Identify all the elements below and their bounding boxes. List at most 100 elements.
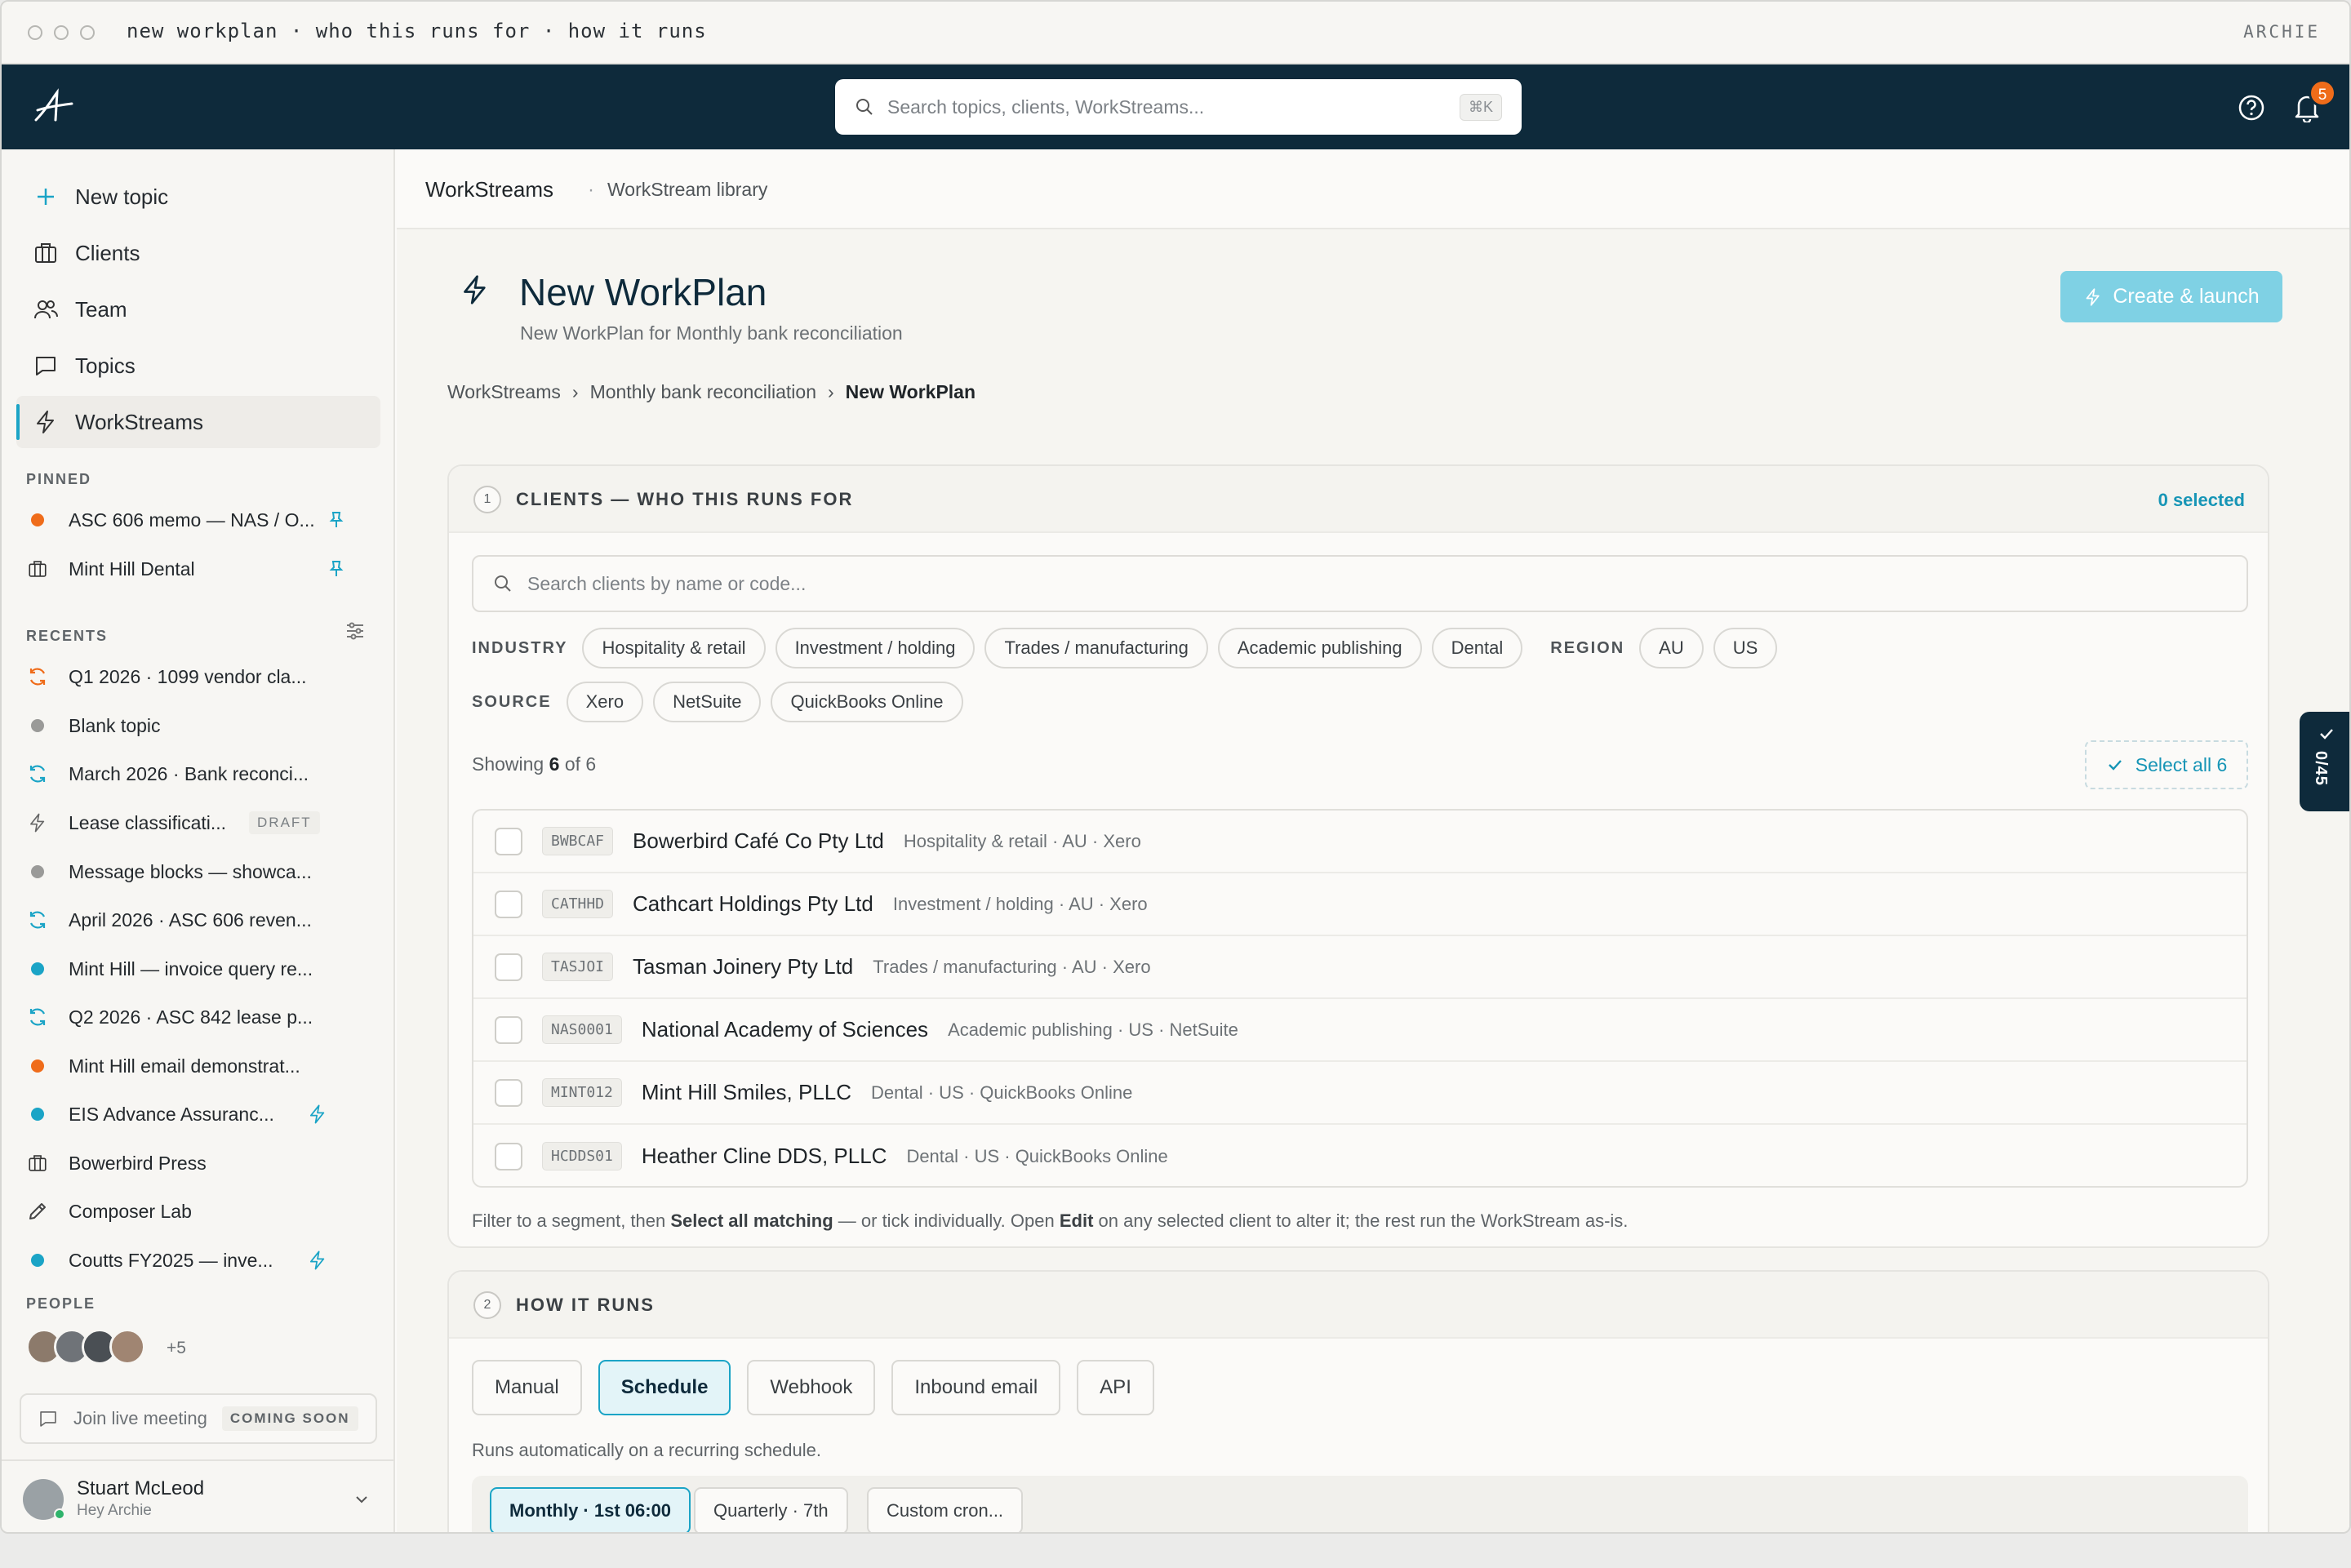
building-icon [29,561,47,577]
people-more-count[interactable]: +5 [167,1339,186,1358]
clients-card-header: 1 CLIENTS — WHO THIS RUNS FOR 0 selected [449,466,2268,533]
breadcrumb: WorkStreams › Monthly bank reconciliatio… [447,381,976,403]
recent-item[interactable]: March 2026 · Bank reconci... [26,754,369,793]
select-all-button[interactable]: Select all 6 [2085,740,2248,789]
mode-inbound-email[interactable]: Inbound email [891,1360,1061,1415]
recent-item[interactable]: Q2 2026 · ASC 842 lease p... [26,997,369,1037]
recent-item[interactable]: Mint Hill email demonstrat... [26,1046,369,1086]
recent-item-label: Bowerbird Press [69,1152,207,1174]
user-menu[interactable]: Stuart McLeod Hey Archie [2,1459,395,1532]
filter-chip[interactable]: QuickBooks Online [771,682,963,722]
schedule-monthly[interactable]: Monthly · 1st 06:00 [490,1487,691,1532]
refresh-icon [29,765,46,783]
client-checkbox[interactable] [495,1142,522,1170]
pinned-item[interactable]: ASC 606 memo — NAS / O... [26,500,369,540]
filter-chip[interactable]: Hospitality & retail [582,628,766,669]
client-row[interactable]: TASJOI Tasman Joinery Pty Ltd Trades / m… [473,936,2247,999]
client-row[interactable]: NAS0001 National Academy of Sciences Aca… [473,999,2247,1062]
archie-logo-icon[interactable] [31,87,77,127]
nav-new-topic[interactable]: New topic [16,171,380,223]
pinned-item[interactable]: Mint Hill Dental [26,549,369,589]
nav-topics[interactable]: Topics [16,340,380,392]
client-meta: Hospitality & retail · AU · Xero [903,830,1141,851]
recent-item[interactable]: Bowerbird Press [26,1144,369,1183]
recent-item[interactable]: April 2026 · ASC 606 reven... [26,900,369,939]
client-checkbox[interactable] [495,1078,522,1107]
window-controls[interactable] [28,25,95,40]
filter-settings-icon[interactable] [344,620,366,642]
workstream-library-link[interactable]: WorkStream library [607,179,767,201]
mode-webhook[interactable]: Webhook [747,1360,876,1415]
client-code: NAS0001 [542,1015,622,1044]
filter-chip[interactable]: Trades / manufacturing [984,628,1208,669]
join-live-meeting-button[interactable]: Join live meeting COMING SOON [20,1393,377,1444]
filter-chip[interactable]: Academic publishing [1217,628,1422,669]
user-subtitle: Hey Archie [77,1502,152,1519]
filter-chip[interactable]: Investment / holding [775,628,976,669]
separator: · [588,179,594,201]
chat-icon [40,1411,56,1427]
people-avatars[interactable] [26,1329,145,1365]
recent-item[interactable]: Coutts FY2025 — inve... [26,1241,369,1280]
client-row[interactable]: HCDDS01 Heather Cline DDS, PLLC Dental ·… [473,1125,2247,1186]
crumb-workstreams[interactable]: WorkStreams [447,381,561,403]
filter-chip[interactable]: Dental [1431,628,1523,669]
schedule-quarterly[interactable]: Quarterly · 7th [694,1487,848,1532]
mode-description: Runs automatically on a recurring schedu… [472,1440,822,1460]
app-name: ARCHIE [2243,22,2320,42]
source-label: SOURCE [472,692,552,711]
chevron-down-icon[interactable] [351,1489,372,1510]
client-row[interactable]: CATHHD Cathcart Holdings Pty Ltd Investm… [473,873,2247,936]
status-dot [31,1059,44,1073]
client-checkbox[interactable] [495,953,522,981]
nav-clients[interactable]: Clients [16,227,380,279]
client-row[interactable]: BWBCAF Bowerbird Café Co Pty Ltd Hospita… [473,811,2247,873]
filter-chip[interactable]: AU [1639,628,1704,669]
client-row[interactable]: MINT012 Mint Hill Smiles, PLLC Dental · … [473,1062,2247,1125]
nav-label: New topic [75,184,169,209]
schedule-custom-cron[interactable]: Custom cron... [867,1487,1024,1532]
recent-item[interactable]: Lease classificati... DRAFT [26,803,369,842]
filter-chip[interactable]: US [1713,628,1778,669]
client-name: Bowerbird Café Co Pty Ltd [633,828,884,853]
nav-team[interactable]: Team [16,283,380,335]
refresh-icon [29,911,46,929]
crumb-workstream[interactable]: Monthly bank reconciliation [590,381,816,403]
client-meta: Dental · US · QuickBooks Online [871,1082,1133,1103]
pinned-item-label: Mint Hill Dental [69,557,195,580]
sidebar: New topic Clients Team Topics WorkStream… [2,149,395,1532]
recent-item[interactable]: Composer Lab [26,1192,369,1231]
recent-item[interactable]: EIS Advance Assuranc... [26,1095,369,1134]
recent-item[interactable]: Blank topic [26,706,369,745]
recent-item[interactable]: Q1 2026 · 1099 vendor cla... [26,657,369,696]
users-icon [34,300,58,319]
shortcut-hint: ⌘K [1459,93,1502,121]
how-it-runs-card: 2 HOW IT RUNS Manual Schedule Webhook In… [447,1270,2269,1532]
recent-item[interactable]: Message blocks — showca... [26,852,369,891]
progress-side-tab[interactable]: 0/45 [2300,712,2349,811]
mode-schedule[interactable]: Schedule [598,1360,731,1415]
global-search-input[interactable]: Search topics, clients, WorkStreams... ⌘… [835,79,1522,135]
select-all-label: Select all 6 [2135,753,2228,775]
check-icon [2320,729,2333,740]
client-search-placeholder: Search clients by name or code... [527,572,807,594]
help-icon[interactable] [2237,93,2266,122]
card-title: CLIENTS — WHO THIS RUNS FOR [516,489,854,509]
client-checkbox[interactable] [495,890,522,918]
client-name: National Academy of Sciences [641,1017,929,1042]
client-meta: Dental · US · QuickBooks Online [906,1145,1168,1166]
recent-item[interactable]: Mint Hill — invoice query re... [26,949,369,988]
filter-chip[interactable]: NetSuite [653,682,762,722]
mode-api[interactable]: API [1077,1360,1154,1415]
section-title: WorkStreams [425,177,553,202]
filter-chip[interactable]: Xero [566,682,644,722]
mode-manual[interactable]: Manual [472,1360,582,1415]
create-launch-button[interactable]: Create & launch [2060,271,2282,322]
client-checkbox[interactable] [495,1015,522,1044]
nav-workstreams[interactable]: WorkStreams [16,396,380,448]
pin-icon[interactable] [327,559,346,579]
avatar[interactable] [109,1329,145,1365]
pin-icon[interactable] [327,510,346,530]
client-search-input[interactable]: Search clients by name or code... [472,555,2248,612]
client-checkbox[interactable] [495,827,522,855]
